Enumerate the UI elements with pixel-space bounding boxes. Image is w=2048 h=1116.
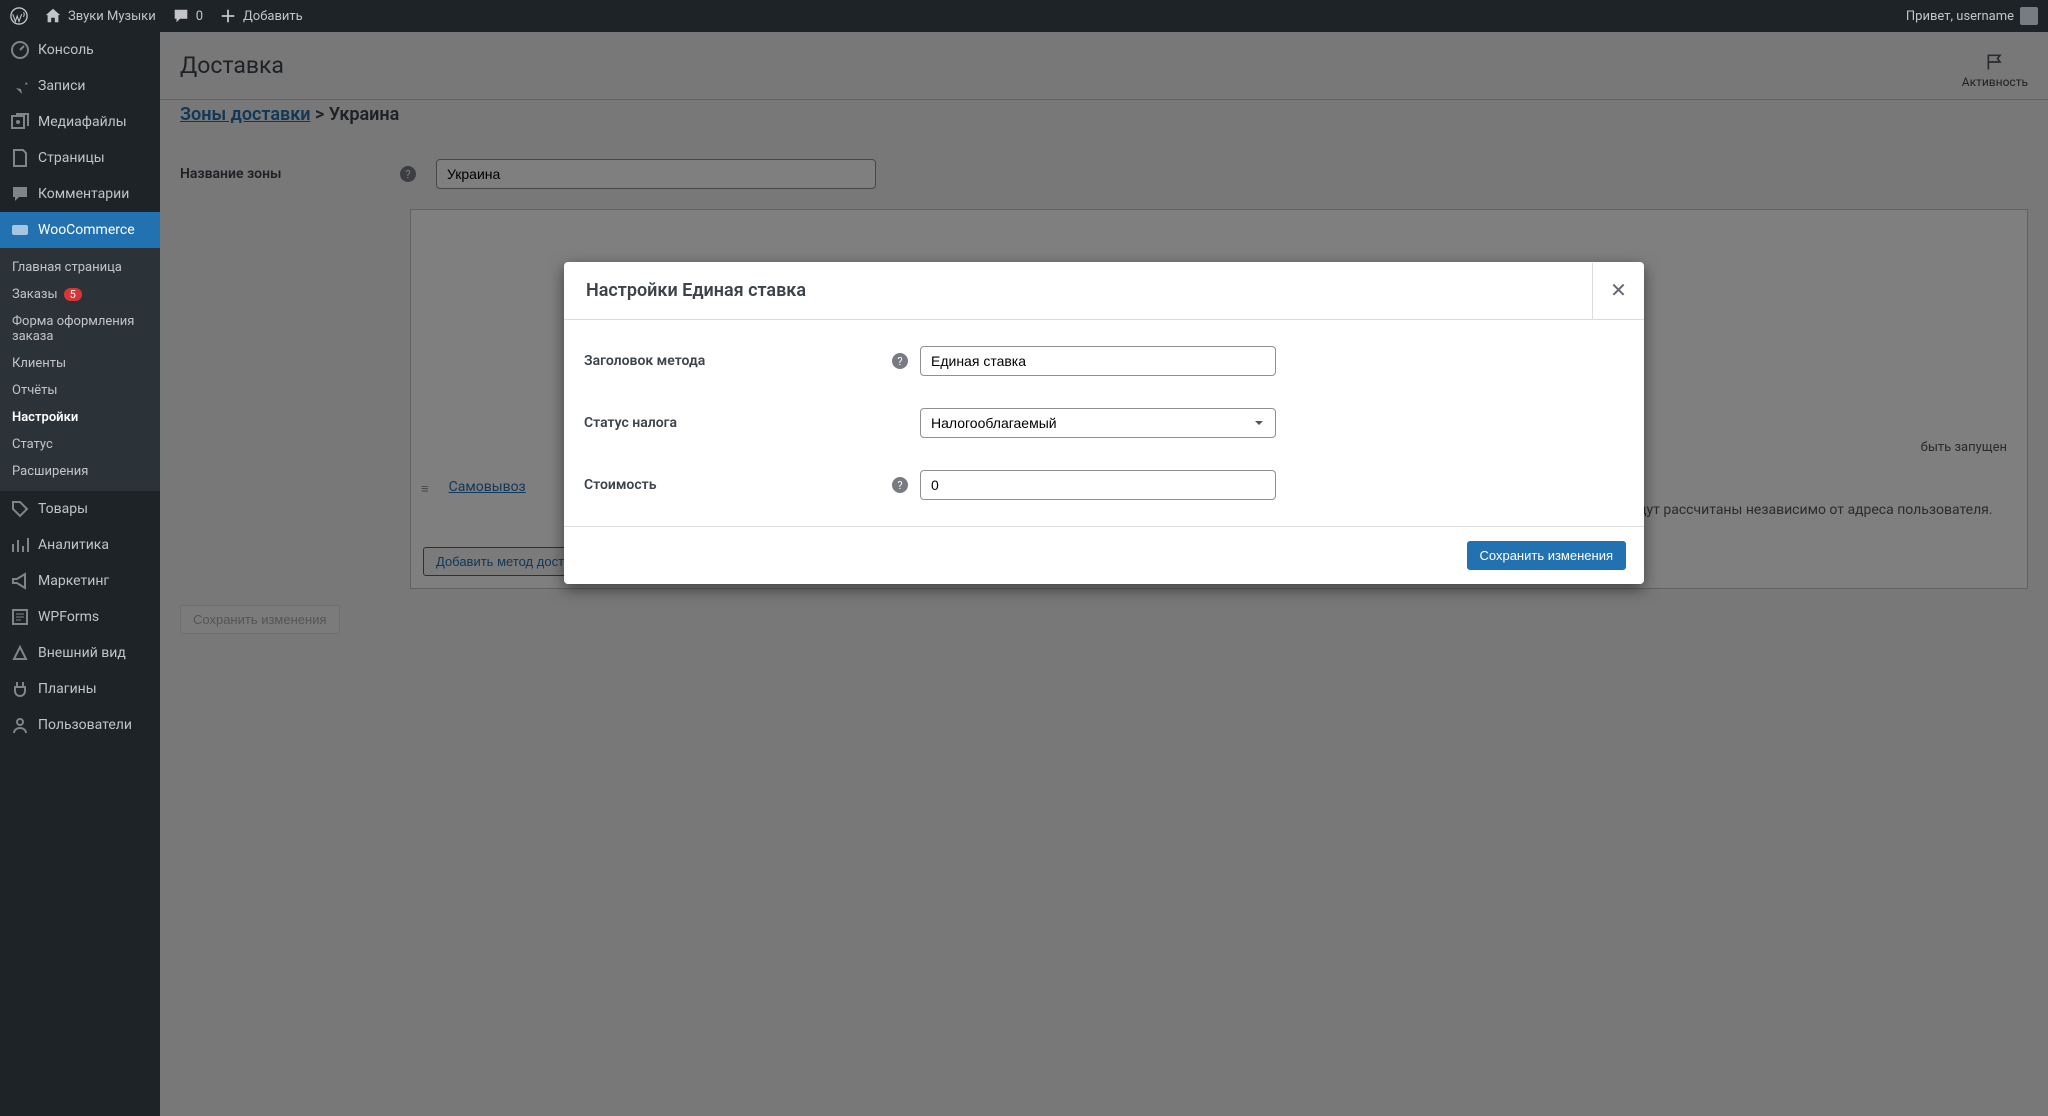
add-new-link[interactable]: Добавить: [219, 7, 303, 25]
menu-woocommerce[interactable]: WooCommerce: [0, 212, 160, 248]
wpforms-icon: [10, 607, 30, 627]
menu-wpforms[interactable]: WPForms: [0, 599, 160, 635]
admin-bar: Звуки Музыки 0 Добавить Привет, username: [0, 0, 2048, 32]
users-icon: [10, 715, 30, 735]
menu-marketing[interactable]: Маркетинг: [0, 563, 160, 599]
page-icon: [10, 148, 30, 168]
submenu-settings[interactable]: Настройки: [0, 404, 160, 431]
comment-icon: [10, 184, 30, 204]
menu-media[interactable]: Медиафайлы: [0, 104, 160, 140]
products-icon: [10, 499, 30, 519]
plus-icon: [219, 7, 237, 25]
cost-label: Стоимость: [580, 477, 880, 493]
comments-link[interactable]: 0: [172, 7, 203, 25]
woo-submenu: Главная страница Заказы5 Форма оформлени…: [0, 248, 160, 491]
home-icon: [44, 7, 62, 25]
site-name: Звуки Музыки: [68, 9, 156, 24]
marketing-icon: [10, 571, 30, 591]
media-icon: [10, 112, 30, 132]
user-greeting[interactable]: Привет, username: [1906, 7, 2038, 25]
modal-title: Настройки Единая ставка: [586, 280, 806, 301]
menu-dashboard[interactable]: Консоль: [0, 32, 160, 68]
menu-pages[interactable]: Страницы: [0, 140, 160, 176]
greeting-text: Привет, username: [1906, 9, 2014, 24]
site-name-link[interactable]: Звуки Музыки: [44, 7, 156, 25]
submenu-reports[interactable]: Отчёты: [0, 377, 160, 404]
submenu-home[interactable]: Главная страница: [0, 254, 160, 281]
orders-badge: 5: [64, 288, 82, 301]
menu-comments[interactable]: Комментарии: [0, 176, 160, 212]
comment-icon: [172, 7, 190, 25]
submenu-customers[interactable]: Клиенты: [0, 350, 160, 377]
submenu-extensions[interactable]: Расширения: [0, 458, 160, 485]
method-title-label: Заголовок метода: [580, 353, 880, 369]
appearance-icon: [10, 643, 30, 663]
wp-logo[interactable]: [10, 7, 28, 25]
plugins-icon: [10, 679, 30, 699]
main-content: Доставка Активность Зоны доставки > Укра…: [160, 32, 2048, 1116]
help-icon[interactable]: ?: [892, 353, 908, 369]
modal-dialog: Настройки Единая ставка ✕ Заголовок мето…: [564, 262, 1644, 584]
wordpress-icon: [10, 7, 28, 25]
avatar: [2020, 7, 2038, 25]
add-new-label: Добавить: [243, 9, 303, 24]
submenu-checkout[interactable]: Форма оформления заказа: [0, 308, 160, 350]
dashboard-icon: [10, 40, 30, 60]
menu-products[interactable]: Товары: [0, 491, 160, 527]
tax-status-select[interactable]: Налогооблагаемый: [920, 408, 1276, 438]
cost-input[interactable]: [920, 470, 1276, 500]
menu-appearance[interactable]: Внешний вид: [0, 635, 160, 671]
tax-status-label: Статус налога: [580, 415, 880, 431]
analytics-icon: [10, 535, 30, 555]
comments-count: 0: [196, 9, 203, 24]
modal-overlay[interactable]: Настройки Единая ставка ✕ Заголовок мето…: [160, 32, 2048, 1116]
submenu-orders[interactable]: Заказы5: [0, 281, 160, 308]
method-title-input[interactable]: [920, 346, 1276, 376]
modal-save-button[interactable]: Сохранить изменения: [1467, 541, 1627, 570]
menu-analytics[interactable]: Аналитика: [0, 527, 160, 563]
close-icon[interactable]: ✕: [1592, 263, 1644, 319]
submenu-status[interactable]: Статус: [0, 431, 160, 458]
menu-plugins[interactable]: Плагины: [0, 671, 160, 707]
menu-users[interactable]: Пользователи: [0, 707, 160, 743]
pin-icon: [10, 76, 30, 96]
woocommerce-icon: [10, 220, 30, 240]
help-icon[interactable]: ?: [892, 477, 908, 493]
menu-posts[interactable]: Записи: [0, 68, 160, 104]
admin-sidebar: Консоль Записи Медиафайлы Страницы Комме…: [0, 32, 160, 1116]
